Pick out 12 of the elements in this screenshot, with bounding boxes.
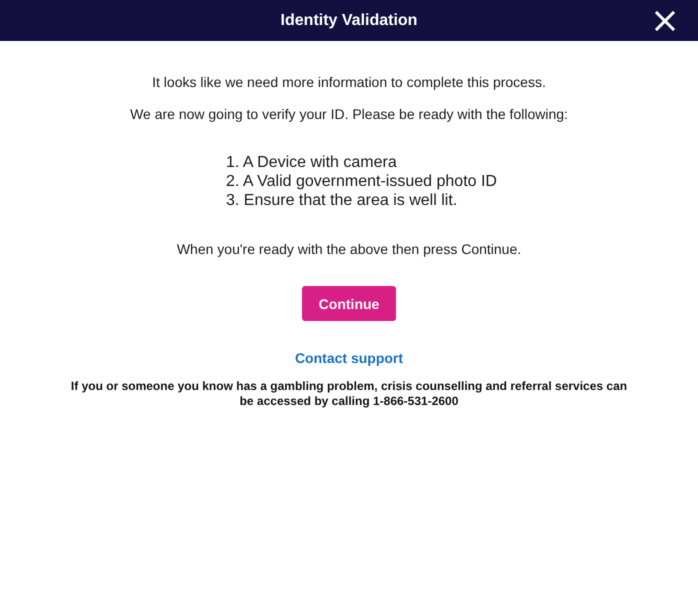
dialog-title: Identity Validation — [280, 12, 418, 30]
disclaimer-text: If you or someone you know has a gambling problem, crisis counselling and referral services can be accessed by calling 1-866-531-2600 — [70, 379, 628, 409]
intro-text: We are now going to verify your ID. Please be ready with the following: — [130, 105, 568, 123]
requirement-item: 3. Ensure that the area is well lit. — [226, 191, 458, 210]
close-button[interactable] — [655, 11, 675, 31]
continue-button[interactable]: Continue — [302, 286, 396, 321]
contact-support-link[interactable]: Contact support — [294, 349, 404, 367]
requirement-item: 1. A Device with camera — [226, 153, 397, 172]
intro-text: It looks like we need more information to complete this process. — [152, 73, 546, 91]
instruction-text: When you're ready with the above then press Continue. — [176, 240, 522, 258]
close-icon — [655, 11, 675, 31]
requirement-item: 2. A Valid government-issued photo ID — [226, 172, 497, 191]
